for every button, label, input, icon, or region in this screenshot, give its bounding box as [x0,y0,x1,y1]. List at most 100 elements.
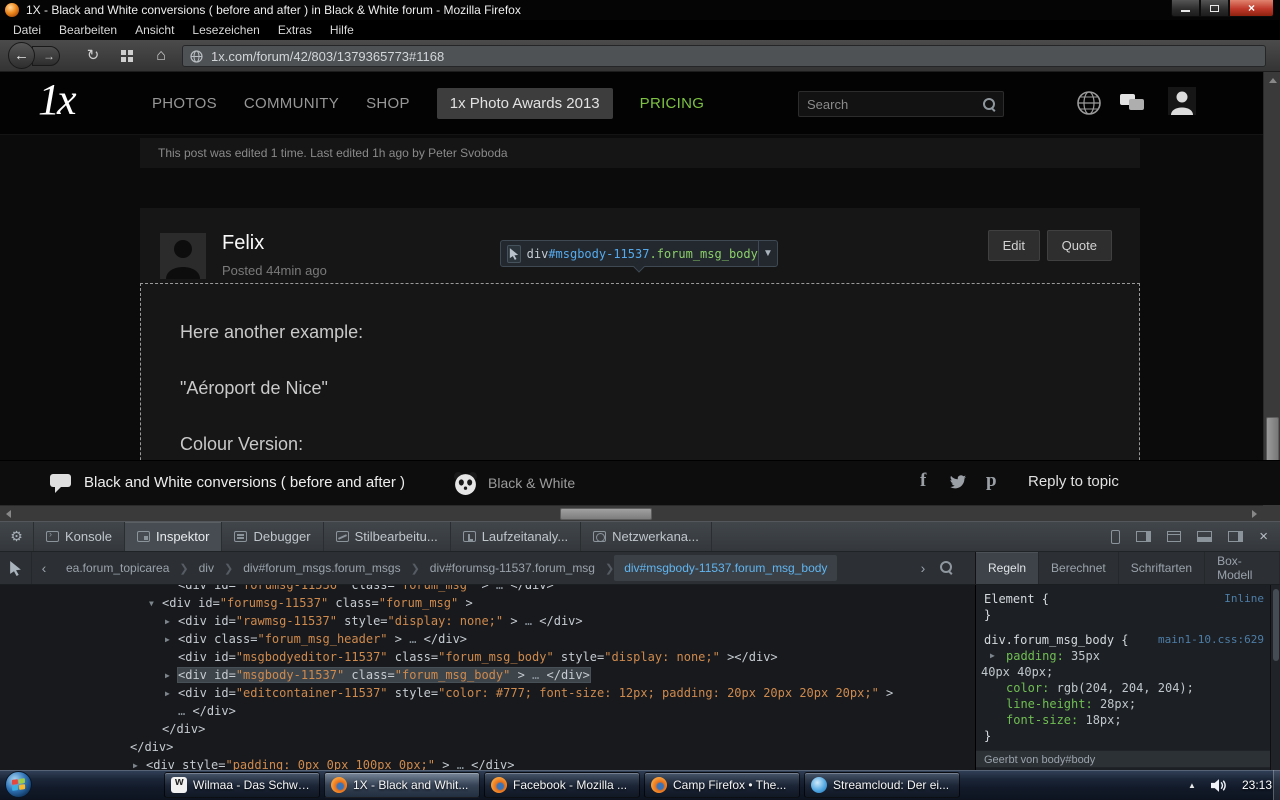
breadcrumb-item-selected[interactable]: div#msgbody-11537.forum_msg_body [614,555,837,581]
forward-button[interactable]: → [32,46,60,66]
tab-debugger[interactable]: Debugger [222,522,323,551]
expand-property-icon[interactable]: ▶ [990,648,995,664]
maximize-button[interactable] [1200,0,1229,17]
show-desktop-button[interactable] [1273,770,1280,800]
css-declaration[interactable]: line-height: 28px; [976,696,1280,712]
tab-inspektor[interactable]: Inspektor [125,522,222,551]
element-rule-selector[interactable]: Element { [984,591,1049,607]
css-declaration[interactable]: font-size: 18px; [976,712,1280,728]
quote-button[interactable]: Quote [1047,230,1112,261]
search-nodes-icon[interactable] [940,561,953,574]
markup-line[interactable]: ▶<div id="msgbody-11537" class="forum_ms… [0,666,975,684]
profile-avatar[interactable] [1168,87,1196,115]
taskbar-button-facebook[interactable]: Facebook - Mozilla ... [484,772,640,798]
nav-community[interactable]: COMMUNITY [244,95,339,112]
sidetab-regeln[interactable]: Regeln [976,552,1039,584]
menu-hilfe[interactable]: Hilfe [321,21,363,39]
rules-scroll-thumb[interactable] [1273,589,1279,661]
nav-pricing[interactable]: PRICING [640,95,705,112]
post-avatar[interactable] [160,233,206,279]
horizontal-scroll-thumb[interactable] [560,508,652,520]
expand-arrow-icon[interactable]: ▶ [165,685,178,703]
markup-line[interactable]: … </div> [0,702,975,720]
css-declaration[interactable]: color: rgb(204, 204, 204); [976,680,1280,696]
rule-selector[interactable]: div.forum_msg_body { [984,632,1129,648]
markup-line[interactable]: <div id="msgbodyeditor-11537" class="for… [0,648,975,666]
markup-line[interactable]: </div> [0,738,975,756]
sidetab-schriftarten[interactable]: Schriftarten [1119,552,1205,584]
nav-photos[interactable]: PHOTOS [152,95,217,112]
markup-line[interactable]: ▶<div id="rawmsg-11537" style="display: … [0,612,975,630]
nav-shop[interactable]: SHOP [366,95,410,112]
dock-side-icon[interactable] [1228,531,1243,542]
start-button[interactable] [5,771,32,798]
devtools-options-button[interactable]: ⚙ [0,522,34,551]
breadcrumb-item[interactable]: div#forum_msgs.forum_msgs [233,555,410,581]
devtools-close-icon[interactable]: × [1259,529,1268,544]
css-declaration[interactable]: ▶padding: 35px [976,648,1280,664]
rule-source-link[interactable]: main1-10.css:629 [1158,632,1264,648]
breadcrumb-item[interactable]: div#forumsg-11537.forum_msg [420,555,605,581]
taskbar-button-campfirefox[interactable]: Camp Firefox • The... [644,772,800,798]
taskbar-button-wilmaa[interactable]: Wilmaa - Das Schwe... [164,772,320,798]
show-hidden-icons-button[interactable]: ▲ [1188,781,1196,790]
site-logo[interactable]: 1x [38,74,74,125]
dock-bottom-icon[interactable] [1197,531,1212,542]
sidetab-box-modell[interactable]: Box-Modell [1205,552,1280,584]
forum-name[interactable]: Black & White [488,475,575,491]
search-icon[interactable] [983,98,996,111]
breadcrumb-scroll-left[interactable]: ‹ [34,552,54,584]
tab-groups-button[interactable] [116,46,138,66]
element-rule-source[interactable]: Inline [1224,591,1264,607]
url-bar[interactable] [182,45,1266,67]
node-picker-button[interactable] [0,552,32,584]
breadcrumb-item[interactable]: div [189,555,224,581]
tab-konsole[interactable]: Konsole [34,522,125,551]
url-input[interactable] [211,47,1251,65]
minimize-button[interactable] [1171,0,1200,17]
home-button[interactable]: ⌂ [150,46,172,66]
volume-icon[interactable] [1211,779,1227,792]
menu-datei[interactable]: Datei [4,21,50,39]
menu-bearbeiten[interactable]: Bearbeiten [50,21,126,39]
messages-icon[interactable] [1120,94,1146,112]
menu-extras[interactable]: Extras [269,21,321,39]
infobar-menu-button[interactable]: ▼ [758,241,777,266]
close-button[interactable]: × [1229,0,1274,17]
markup-line[interactable]: <div id="forumsg-11536" class="forum_msg… [0,585,975,594]
breadcrumb-scroll-right[interactable]: › [913,552,933,584]
scroll-left-button[interactable] [0,506,17,522]
sidetab-berechnet[interactable]: Berechnet [1039,552,1119,584]
menu-ansicht[interactable]: Ansicht [126,21,183,39]
post-author[interactable]: Felix [222,232,264,255]
tab-laufzeitanalyse[interactable]: Laufzeitanaly... [451,522,581,551]
expand-arrow-icon[interactable]: ▶ [165,667,178,685]
nav-photo-awards[interactable]: 1x Photo Awards 2013 [437,88,613,119]
page-vertical-scrollbar[interactable] [1263,72,1280,505]
twitter-icon[interactable] [948,474,968,490]
split-pane-icon[interactable] [1136,531,1151,542]
breadcrumb-item[interactable]: ea.forum_topicarea [56,555,179,581]
taskbar-clock[interactable]: 23:13 [1242,778,1272,792]
page-horizontal-scrollbar[interactable] [0,505,1263,521]
language-globe-icon[interactable] [1076,90,1102,116]
expand-arrow-icon[interactable]: ▶ [165,631,178,649]
taskbar-button-streamcloud[interactable]: Streamcloud: Der ei... [804,772,960,798]
markup-line[interactable]: ▼<div id="forumsg-11537" class="forum_ms… [0,594,975,612]
menu-lesezeichen[interactable]: Lesezeichen [183,21,268,39]
pinterest-icon[interactable]: p [986,470,997,492]
reply-to-topic-link[interactable]: Reply to topic [1028,473,1119,490]
markup-line[interactable]: </div> [0,720,975,738]
scratchpad-icon[interactable] [1167,531,1181,542]
expand-arrow-icon[interactable]: ▶ [133,757,146,770]
expand-arrow-icon[interactable]: ▶ [165,613,178,631]
rules-scrollbar[interactable] [1270,585,1280,770]
site-search[interactable] [798,91,1004,117]
tab-netzwerkanalyse[interactable]: Netzwerkana... [581,522,712,551]
facebook-icon[interactable]: f [920,470,926,492]
responsive-mode-icon[interactable] [1111,530,1120,544]
tab-stilbearbeitung[interactable]: Stilbearbeitu... [324,522,451,551]
refresh-button[interactable]: ↻ [82,46,104,66]
search-input[interactable] [807,94,977,114]
edit-button[interactable]: Edit [988,230,1040,261]
